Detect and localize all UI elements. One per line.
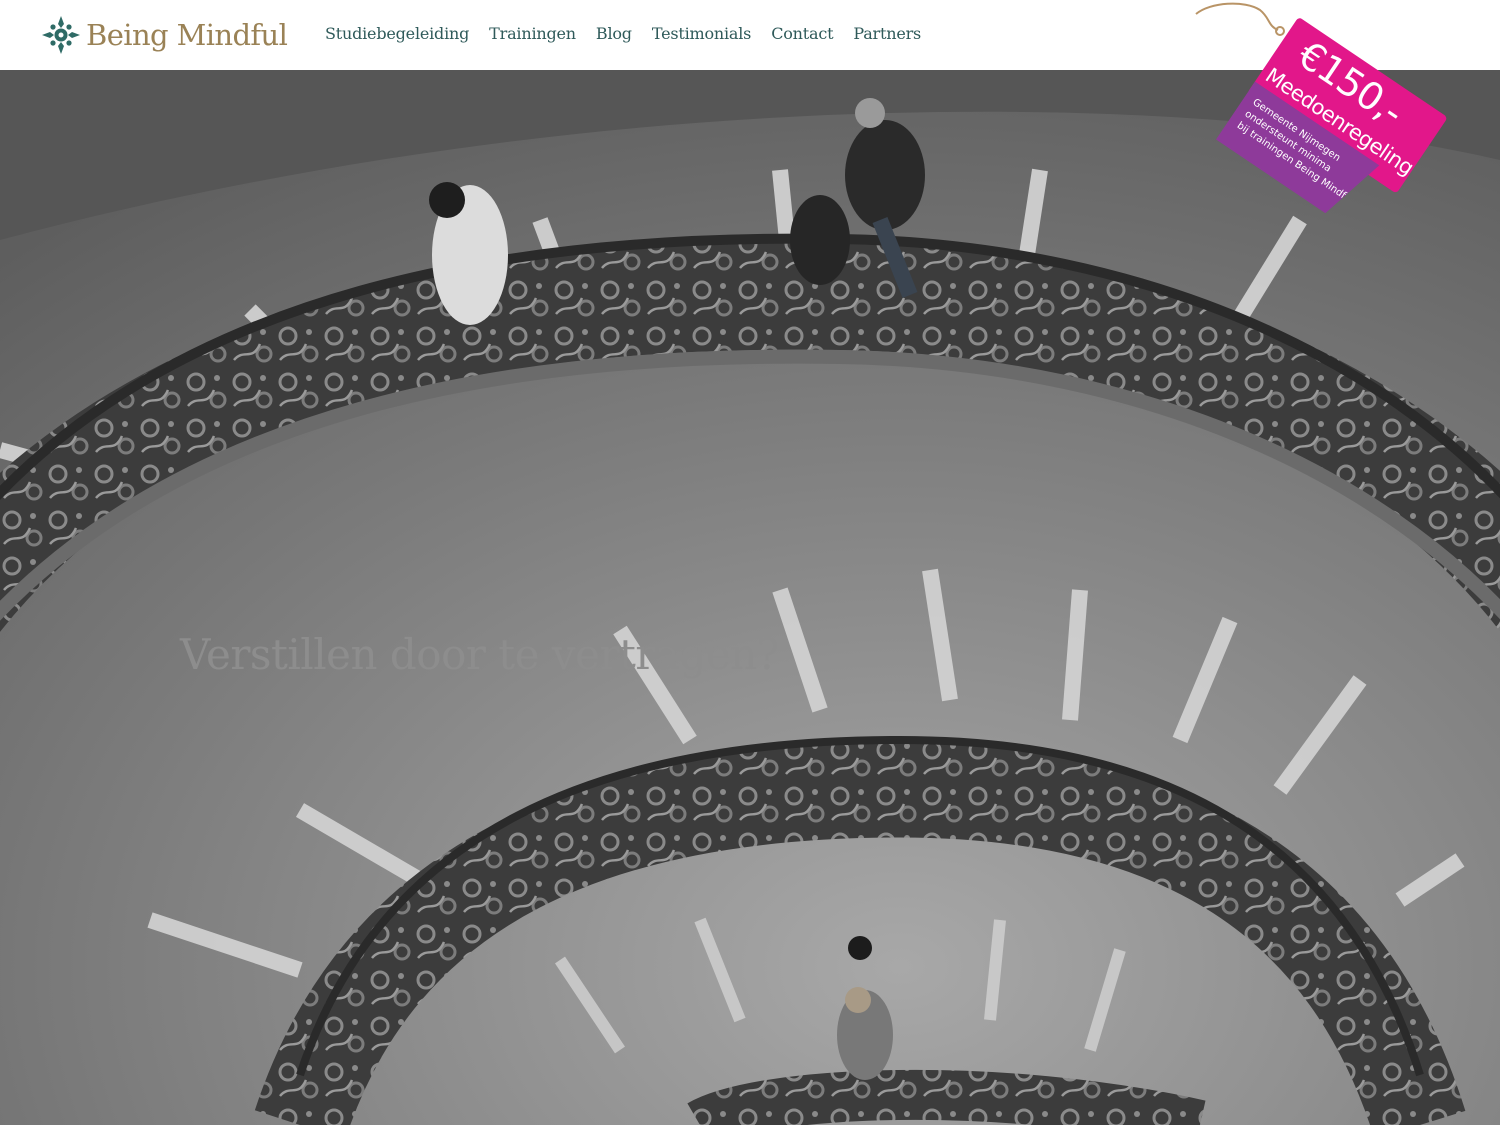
nav-item-testimonials[interactable]: Testimonials — [652, 24, 752, 43]
nav-item-trainingen[interactable]: Trainingen — [489, 24, 576, 43]
spiral-staircase-photo — [0, 70, 1500, 1125]
hero-section: Verstillen door te vertragen? — [0, 70, 1500, 1125]
hero-heading: Verstillen door te vertragen? — [180, 630, 779, 679]
nav-item-contact[interactable]: Contact — [771, 24, 833, 43]
brand-name: Being Mindful — [86, 18, 288, 52]
ornamental-cross-icon — [42, 16, 80, 54]
nav-item-studiebegeleiding[interactable]: Studiebegeleiding — [325, 24, 469, 43]
nav-item-blog[interactable]: Blog — [596, 24, 632, 43]
nav-item-partners[interactable]: Partners — [853, 24, 921, 43]
main-nav: Studiebegeleiding Trainingen Blog Testim… — [325, 24, 921, 43]
logo-link[interactable]: Being Mindful — [40, 13, 288, 57]
